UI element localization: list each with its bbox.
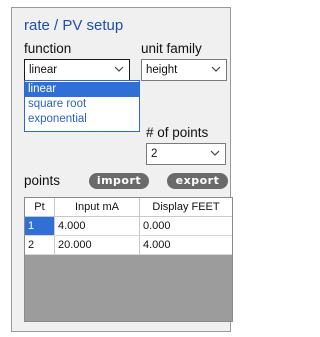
- row-display-cell[interactable]: 0.000: [140, 217, 232, 235]
- unit-family-select[interactable]: height: [141, 59, 227, 81]
- table-row[interactable]: 1 4.000 0.000: [25, 217, 232, 236]
- row-input-cell[interactable]: 4.000: [55, 217, 140, 235]
- import-button[interactable]: import: [89, 173, 149, 189]
- export-button[interactable]: export: [167, 173, 228, 189]
- chevron-down-icon: [210, 150, 220, 156]
- row-pt-cell[interactable]: 2: [25, 236, 55, 254]
- column-header-pt: Pt: [25, 198, 55, 216]
- function-option-exponential[interactable]: exponential: [25, 112, 139, 127]
- chevron-down-icon: [211, 66, 221, 72]
- points-label: points: [24, 173, 61, 188]
- function-option-linear[interactable]: linear: [25, 82, 139, 97]
- unit-family-select-value: height: [146, 64, 178, 76]
- function-select[interactable]: linear: [24, 59, 130, 81]
- function-select-value: linear: [29, 64, 58, 76]
- row-pt-cell[interactable]: 1: [25, 217, 55, 235]
- setup-panel: rate / PV setup function unit family lin…: [11, 7, 233, 332]
- num-points-select[interactable]: 2: [146, 143, 226, 165]
- num-points-select-value: 2: [151, 148, 158, 160]
- column-header-display-feet: Display FEET: [152, 201, 220, 213]
- table-row[interactable]: 2 20.000 4.000: [25, 236, 232, 255]
- row-input-cell[interactable]: 20.000: [55, 236, 140, 254]
- unit-family-label: unit family: [141, 41, 202, 56]
- num-points-label: # of points: [146, 125, 209, 140]
- row-display-cell[interactable]: 4.000: [140, 236, 232, 254]
- panel-title: rate / PV setup: [24, 17, 124, 34]
- function-option-square-root[interactable]: square root: [25, 97, 139, 112]
- points-table: Pt Input mA Display FEET 1 4.000 0.000 2…: [24, 197, 233, 322]
- function-label: function: [24, 41, 72, 56]
- function-dropdown-list: linear square root exponential: [24, 80, 140, 132]
- column-header-input-ma: Input mA: [55, 198, 140, 216]
- table-header-row: Pt Input mA Display FEET: [25, 198, 232, 217]
- chevron-down-icon: [114, 66, 124, 72]
